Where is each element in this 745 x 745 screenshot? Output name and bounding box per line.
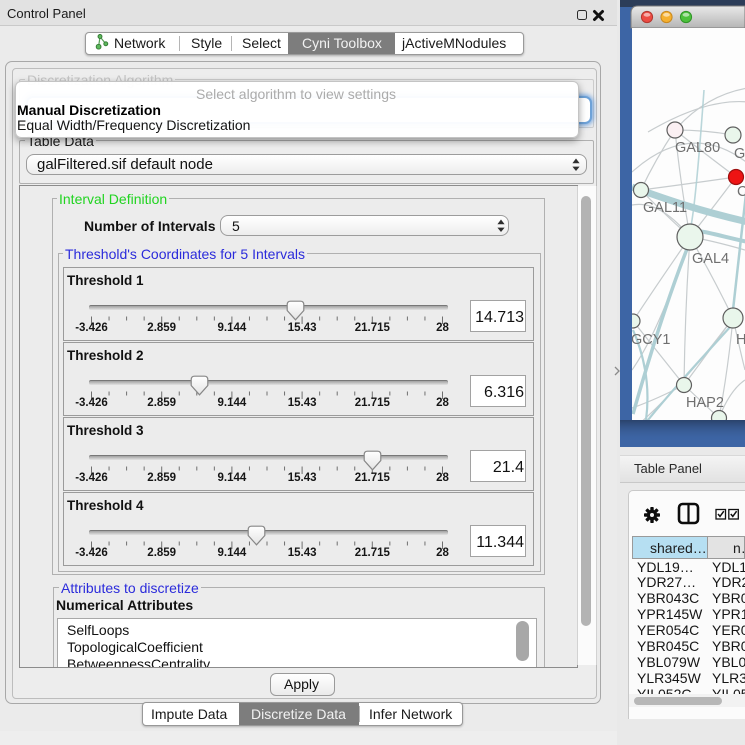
svg-text:CY: CY <box>737 184 745 200</box>
svg-text:GAL4: GAL4 <box>692 251 729 267</box>
svg-text:GAL80: GAL80 <box>675 140 720 156</box>
svg-text:GCY1: GCY1 <box>631 332 671 348</box>
svg-text:HI: HI <box>736 332 745 348</box>
svg-text:GA: GA <box>734 146 745 162</box>
svg-text:GAL11: GAL11 <box>643 200 687 216</box>
svg-text:HAP2: HAP2 <box>686 395 724 411</box>
